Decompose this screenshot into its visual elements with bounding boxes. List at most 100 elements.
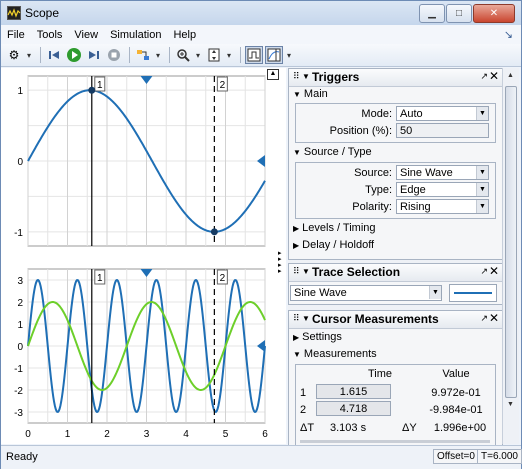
collapse-icon[interactable]: ▼ — [302, 314, 310, 323]
trace-select[interactable]: Sine Wave ▼ — [290, 285, 442, 301]
settings-toggle[interactable]: ▶ Settings — [293, 331, 342, 343]
measurements-table: Time Value 1 1.615 9.972e-01 2 4.718 -9.… — [295, 364, 496, 445]
undock-icon[interactable]: ↗ — [480, 313, 488, 324]
main-label: Main — [303, 88, 328, 100]
status-ready: Ready — [6, 451, 38, 463]
cursor-measurements-header[interactable]: ⠿ ▼ Cursor Measurements ↗ ✕ — [289, 311, 502, 329]
trace-color-swatch[interactable] — [449, 284, 497, 302]
drag-handle-icon[interactable]: ⠿ — [293, 313, 300, 324]
settings-button[interactable]: ⚙ — [5, 46, 23, 64]
minimize-button[interactable]: ▁ — [419, 4, 445, 23]
title-bar[interactable]: Scope ▁ □ ✕ — [1, 1, 521, 25]
menu-help[interactable]: Help — [167, 29, 202, 41]
measurements-toggle[interactable]: ▼ Measurements — [293, 348, 377, 360]
measurements-label: Measurements — [303, 348, 377, 360]
toolbar-separator — [240, 47, 241, 63]
scroll-thumb[interactable] — [505, 86, 517, 398]
cursor2-time: 4.718 — [339, 403, 368, 415]
menu-pin-icon[interactable]: ↘ — [504, 28, 513, 41]
scope-app-icon — [7, 6, 21, 20]
collapse-icon[interactable]: ▼ — [302, 267, 310, 276]
measurements-pane: ⠿ ▼ Triggers ↗ ✕ ▼ Main Mode: Auto ▼ Posit… — [288, 68, 519, 445]
position-field[interactable]: 50 — [396, 123, 489, 138]
window-title: Scope — [25, 6, 60, 20]
main-section-toggle[interactable]: ▼ Main — [293, 88, 328, 100]
status-offset: Offset=0 — [433, 449, 479, 464]
expanded-icon: ▼ — [293, 350, 301, 359]
undock-panel-button[interactable]: ▲ — [267, 69, 279, 80]
collapsed-icon: ▶ — [293, 333, 300, 342]
position-label: Position (%): — [329, 125, 392, 137]
type-select[interactable]: Edge ▼ — [396, 182, 489, 197]
maximize-button[interactable]: □ — [446, 4, 472, 23]
scroll-up-icon[interactable]: ▲ — [504, 69, 517, 83]
y-tick-label: -3 — [14, 408, 23, 419]
cursor1-time-field[interactable]: 1.615 — [316, 384, 391, 399]
chevron-down-icon: ▼ — [476, 107, 488, 120]
step-forward-button[interactable] — [85, 46, 103, 64]
undock-icon[interactable]: ↗ — [480, 266, 488, 277]
undock-icon[interactable]: ↗ — [480, 71, 488, 82]
delta-t-value: 3.103 s — [330, 422, 367, 434]
scale-axes-icon — [208, 48, 220, 62]
chevron-down-icon: ▼ — [476, 183, 488, 196]
levels-timing-toggle[interactable]: ▶ Levels / Timing — [293, 222, 376, 234]
close-panel-icon[interactable]: ✕ — [489, 69, 499, 83]
row1-id: 1 — [300, 387, 307, 399]
y-tick-label: 1 — [17, 320, 23, 331]
drag-handle-icon[interactable]: ⠿ — [293, 266, 300, 277]
settings-dropdown[interactable]: ▾ — [25, 46, 33, 64]
position-value: 50 — [400, 125, 413, 137]
cursor-label: 2 — [220, 273, 226, 284]
cursor2-time-field[interactable]: 4.718 — [316, 401, 391, 416]
toolbar-separator — [169, 47, 170, 63]
source-select[interactable]: Sine Wave ▼ — [396, 165, 489, 180]
close-panel-icon[interactable]: ✕ — [489, 311, 499, 325]
step-back-button[interactable] — [45, 46, 63, 64]
delta-y-value: 1.996e+00 — [433, 422, 487, 434]
zoom-dropdown[interactable]: ▾ — [194, 46, 202, 64]
triggers-header[interactable]: ⠿ ▼ Triggers ↗ ✕ — [289, 69, 502, 87]
plots-svg[interactable]: 10-11 23210-1-2-30 1 2 3 4 5 61 2 — [1, 68, 286, 444]
polarity-select[interactable]: Rising ▼ — [396, 199, 489, 214]
menu-simulation[interactable]: Simulation — [104, 29, 167, 41]
collapse-icon[interactable]: ▼ — [302, 72, 310, 81]
close-window-button[interactable]: ✕ — [473, 4, 515, 23]
measurements-dropdown[interactable]: ▾ — [285, 46, 293, 64]
cursor-measurements-button[interactable] — [265, 46, 283, 64]
panel-collapse-toggle[interactable]: ▸ ▸ ▸ ▸ — [278, 250, 282, 275]
delay-holdoff-toggle[interactable]: ▶ Delay / Holdoff — [293, 239, 374, 251]
zoom-button[interactable] — [174, 46, 192, 64]
scale-axes-button[interactable] — [205, 46, 223, 64]
cursor1-value: 9.972e-01 — [431, 387, 481, 399]
settings-label: Settings — [302, 331, 342, 343]
pane-scrollbar[interactable]: ▲ ▼ — [502, 68, 518, 444]
triggers-button[interactable] — [245, 46, 263, 64]
menu-view[interactable]: View — [68, 29, 104, 41]
trace-selection-header[interactable]: ⠿ ▼ Trace Selection ↗ ✕ — [289, 264, 502, 282]
run-button[interactable] — [65, 46, 83, 64]
drag-handle-icon[interactable]: ⠿ — [293, 71, 300, 82]
close-panel-icon[interactable]: ✕ — [489, 264, 499, 278]
trace-color-line — [454, 292, 492, 294]
highlight-dropdown[interactable]: ▾ — [154, 46, 162, 64]
source-type-label: Source / Type — [303, 146, 372, 158]
polarity-label: Polarity: — [352, 201, 392, 213]
x-tick-label: 3 — [144, 429, 150, 440]
cursor-intersection-dot — [210, 228, 218, 236]
menu-file[interactable]: File — [1, 29, 31, 41]
trace-value: Sine Wave — [294, 287, 347, 299]
status-time: T=6.000 — [477, 449, 522, 464]
stop-button[interactable] — [105, 46, 123, 64]
mode-select[interactable]: Auto ▼ — [396, 106, 489, 121]
source-type-section-toggle[interactable]: ▼ Source / Type — [293, 146, 372, 158]
trace-selection-panel: ⠿ ▼ Trace Selection ↗ ✕ Sine Wave ▼ — [288, 263, 503, 305]
horizontal-scrollbar[interactable] — [300, 440, 490, 443]
expanded-icon: ▼ — [293, 90, 301, 99]
menu-tools[interactable]: Tools — [31, 29, 69, 41]
scroll-down-icon[interactable]: ▼ — [504, 398, 517, 412]
scale-axes-dropdown[interactable]: ▾ — [225, 46, 233, 64]
highlight-block-button[interactable] — [134, 46, 152, 64]
settings-icon: ⚙ — [8, 48, 20, 62]
cursor-label: 1 — [97, 273, 103, 284]
